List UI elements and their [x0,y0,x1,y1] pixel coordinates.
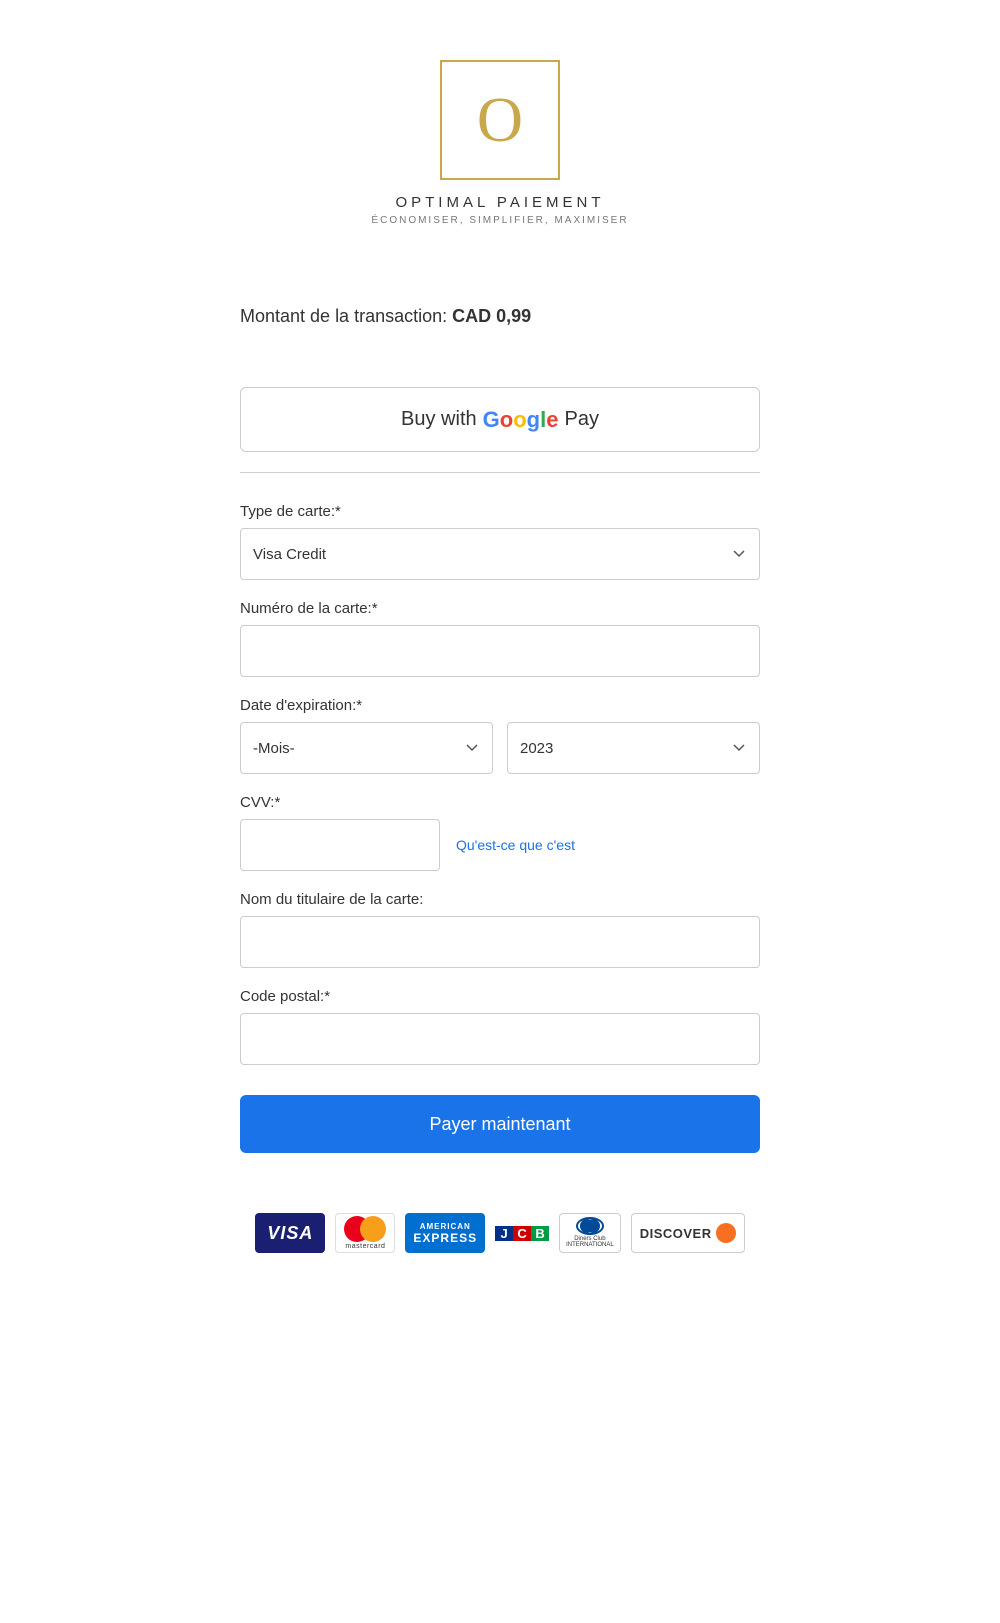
transaction-label: Montant de la transaction: [240,306,447,326]
cardholder-input[interactable] [240,916,760,968]
year-select-wrapper: 2023 2024 2025 2026 2027 2028 [507,722,760,774]
transaction-value: CAD 0,99 [452,306,531,326]
postal-group: Code postal:* [240,988,760,1065]
discover-icon: DISCOVER [631,1213,745,1253]
logo-box: O [440,60,560,180]
year-select[interactable]: 2023 2024 2025 2026 2027 2028 [507,722,760,774]
cvv-input[interactable] [240,819,440,871]
section-divider [240,472,760,473]
card-type-select-wrapper: Visa Credit Visa Debit Mastercard Amex [240,528,760,580]
month-select-wrapper: -Mois- 010203 040506 070809 101112 [240,722,493,774]
logo-letter: O [477,88,523,152]
postal-label: Code postal:* [240,988,760,1005]
month-select[interactable]: -Mois- 010203 040506 070809 101112 [240,722,493,774]
mastercard-icon: mastercard [335,1213,395,1253]
expiry-label: Date d'expiration:* [240,697,760,714]
card-number-group: Numéro de la carte:* [240,600,760,677]
payment-icons: VISA mastercard AMERICAN EXPRESS J C B [255,1213,744,1253]
submit-button[interactable]: Payer maintenant [240,1095,760,1153]
cardholder-label: Nom du titulaire de la carte: [240,891,760,908]
amex-icon: AMERICAN EXPRESS [405,1213,485,1253]
postal-input[interactable] [240,1013,760,1065]
visa-icon: VISA [255,1213,325,1253]
card-type-group: Type de carte:* Visa Credit Visa Debit M… [240,503,760,580]
cvv-label: CVV:* [240,794,760,811]
expiry-group: Date d'expiration:* -Mois- 010203 040506… [240,697,760,774]
cvv-link[interactable]: Qu'est-ce que c'est [456,837,575,853]
logo-name: OPTIMAL PAIEMENT [395,194,604,211]
card-number-label: Numéro de la carte:* [240,600,760,617]
transaction-amount: Montant de la transaction: CAD 0,99 [240,306,760,327]
card-number-input[interactable] [240,625,760,677]
jcb-icon: J C B [495,1213,549,1253]
expiry-row: -Mois- 010203 040506 070809 101112 2023 … [240,722,760,774]
google-g-logo: Google [483,407,559,433]
cvv-group: CVV:* Qu'est-ce que c'est [240,794,760,871]
card-type-select[interactable]: Visa Credit Visa Debit Mastercard Amex [240,528,760,580]
diners-club-icon: Diners ClubINTERNATIONAL [559,1213,621,1253]
logo-container: O OPTIMAL PAIEMENT ÉCONOMISER, SIMPLIFIE… [371,60,628,226]
gpay-text-after: Pay [564,408,598,431]
cvv-row: Qu'est-ce que c'est [240,819,760,871]
gpay-text-before: Buy with [401,408,477,431]
form-container: Buy with Google Pay Type de carte:* Visa… [240,387,760,1213]
gpay-button[interactable]: Buy with Google Pay [240,387,760,452]
card-type-label: Type de carte:* [240,503,760,520]
logo-tagline: ÉCONOMISER, SIMPLIFIER, MAXIMISER [371,215,628,226]
cardholder-group: Nom du titulaire de la carte: [240,891,760,968]
